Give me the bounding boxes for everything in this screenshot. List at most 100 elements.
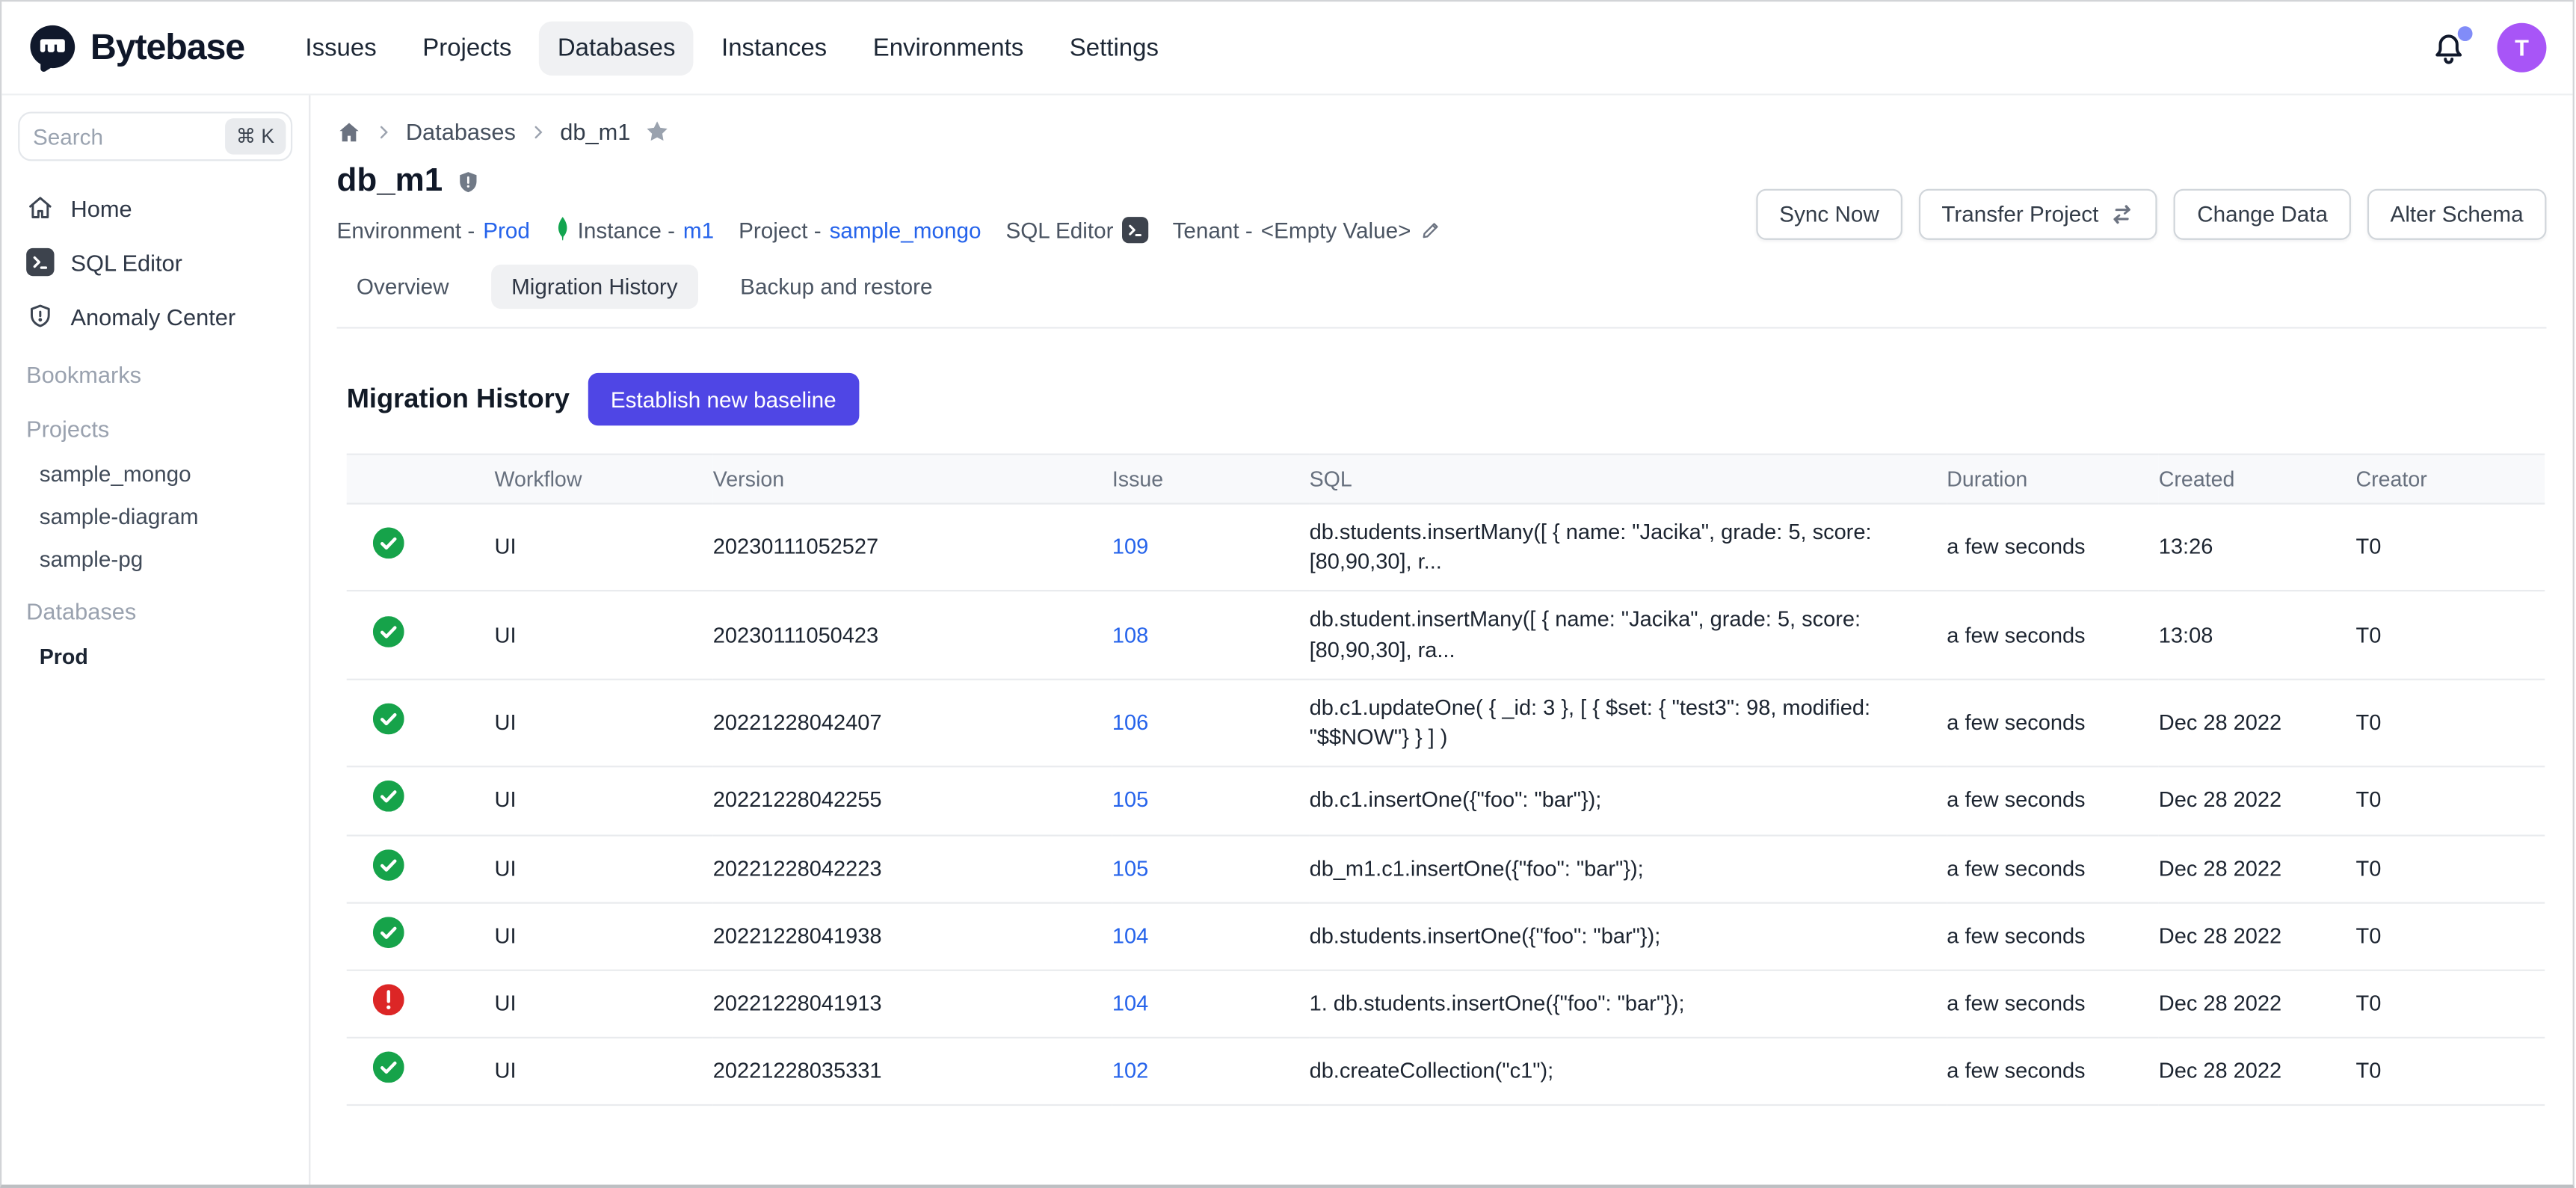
sync-now-button[interactable]: Sync Now [1757,189,1902,240]
notifications-bell-icon[interactable] [2429,28,2468,67]
sidebar-section-projects: Projects [18,404,292,452]
issue-link[interactable]: 106 [1112,710,1148,734]
cell-duration: a few seconds [1947,970,2159,1038]
sql-editor-label: SQL Editor [1005,218,1113,242]
database-tabs: Overview Migration History Backup and re… [337,265,2547,329]
error-exclamation-icon [373,984,404,1015]
sidebar-item-sql-editor[interactable]: SQL Editor [18,235,292,289]
issue-link[interactable]: 105 [1112,855,1148,880]
breadcrumb-databases[interactable]: Databases [406,118,516,144]
nav-right: T [2429,23,2546,73]
migration-row[interactable]: UI 20230111050423 108 db.student.insertM… [347,591,2545,679]
cell-creator: T0 [2356,591,2545,679]
cell-version: 20221228041913 [713,970,1112,1038]
cell-version: 20221228035331 [713,1038,1112,1106]
top-navbar: Bytebase Issues Projects Databases Insta… [1,1,2572,95]
transfer-project-button[interactable]: Transfer Project [1919,189,2158,240]
cell-duration: a few seconds [1947,504,2159,591]
nav-item-projects[interactable]: Projects [404,20,529,75]
transfer-project-label: Transfer Project [1941,202,2098,227]
instance-link[interactable]: m1 [683,218,714,242]
col-version: Version [713,455,1112,504]
migration-history-table: Workflow Version Issue SQL Duration Crea… [347,454,2545,1107]
issue-link[interactable]: 108 [1112,622,1148,647]
search-box[interactable]: ⌘ K [18,111,292,161]
breadcrumb-home-icon[interactable] [337,119,362,144]
instance-label: Instance - [578,218,675,242]
environment-link[interactable]: Prod [483,218,530,242]
cell-sql: db.students.insertOne({"foo": "bar"}); [1310,902,1947,970]
col-sql: SQL [1310,455,1947,504]
sidebar-project-sample-pg[interactable]: sample-pg [18,538,292,580]
cell-sql: db_m1.c1.insertOne({"foo": "bar"}); [1310,835,1947,903]
cell-version: 20221228042407 [713,679,1112,766]
mongodb-leaf-icon [555,217,570,243]
migration-row[interactable]: UI 20221228041913 104 1. db.students.ins… [347,970,2545,1038]
migration-row[interactable]: UI 20221228042407 106 db.c1.updateOne( {… [347,679,2545,766]
migration-row[interactable]: UI 20221228041938 104 db.students.insert… [347,902,2545,970]
cell-duration: a few seconds [1947,1038,2159,1106]
shield-alert-icon [26,302,54,330]
establish-baseline-button[interactable]: Establish new baseline [588,373,859,425]
migration-history-heading: Migration History [347,384,570,415]
sidebar: ⌘ K Home SQL [1,95,310,1184]
col-workflow: Workflow [495,455,713,504]
notification-dot [2458,25,2473,40]
cell-sql: db.students.insertMany([ { name: "Jacika… [1310,504,1947,591]
cell-sql: 1. db.students.insertOne({"foo": "bar"})… [1310,970,1947,1038]
issue-link[interactable]: 102 [1112,1059,1148,1083]
sidebar-item-anomaly-center[interactable]: Anomaly Center [18,289,292,344]
main-nav: Issues Projects Databases Instances Envi… [287,20,1177,75]
sidebar-project-sample-mongo[interactable]: sample_mongo [18,452,292,494]
tenant-label: Tenant - [1173,218,1253,242]
col-issue: Issue [1112,455,1310,504]
migration-row[interactable]: UI 20221228042223 105 db_m1.c1.insertOne… [347,835,2545,903]
cell-version: 20221228042223 [713,835,1112,903]
success-check-icon [373,704,404,735]
issue-link[interactable]: 104 [1112,923,1148,948]
brand[interactable]: Bytebase [28,23,244,73]
tab-overview[interactable]: Overview [337,265,469,309]
issue-link[interactable]: 104 [1112,991,1148,1015]
sidebar-project-sample-diagram[interactable]: sample-diagram [18,495,292,538]
migration-row[interactable]: UI 20221228035331 102 db.createCollectio… [347,1038,2545,1106]
project-link[interactable]: sample_mongo [830,218,982,242]
nav-item-instances[interactable]: Instances [703,20,845,75]
bytebase-logo-icon [28,23,77,73]
sql-editor-icon[interactable] [1121,217,1147,243]
nav-item-databases[interactable]: Databases [540,20,694,75]
home-icon [26,194,54,221]
breadcrumb-chevron-icon [529,123,547,141]
sidebar-item-home[interactable]: Home [18,181,292,236]
migration-row[interactable]: UI 20230111052527 109 db.students.insert… [347,504,2545,591]
cell-workflow: UI [495,679,713,766]
bookmark-star-icon[interactable] [644,118,670,144]
cell-creator: T0 [2356,1038,2545,1106]
cell-creator: T0 [2356,767,2545,835]
search-input[interactable] [19,124,210,149]
cell-creator: T0 [2356,902,2545,970]
sidebar-section-databases: Databases [18,587,292,635]
migration-row[interactable]: UI 20221228042255 105 db.c1.insertOne({"… [347,767,2545,835]
issue-link[interactable]: 109 [1112,534,1148,558]
nav-item-issues[interactable]: Issues [287,20,395,75]
tab-backup-and-restore[interactable]: Backup and restore [721,265,952,309]
sidebar-database-prod[interactable]: Prod [18,634,292,677]
sidebar-item-label: Home [71,194,132,221]
success-check-icon [373,781,404,813]
cell-created: Dec 28 2022 [2159,1038,2356,1106]
success-check-icon [373,917,404,948]
cell-creator: T0 [2356,504,2545,591]
breadcrumb-db-m1[interactable]: db_m1 [560,118,630,144]
avatar[interactable]: T [2498,23,2547,73]
nav-item-settings[interactable]: Settings [1052,20,1177,75]
issue-link[interactable]: 105 [1112,787,1148,812]
change-data-button[interactable]: Change Data [2174,189,2350,240]
nav-item-environments[interactable]: Environments [855,20,1042,75]
success-check-icon [373,849,404,880]
breadcrumb-chevron-icon [375,123,392,141]
alter-schema-button[interactable]: Alter Schema [2367,189,2547,240]
tab-migration-history[interactable]: Migration History [492,265,697,309]
edit-tenant-pencil-icon[interactable] [1419,218,1442,241]
tenant-value: <Empty Value> [1261,218,1411,242]
